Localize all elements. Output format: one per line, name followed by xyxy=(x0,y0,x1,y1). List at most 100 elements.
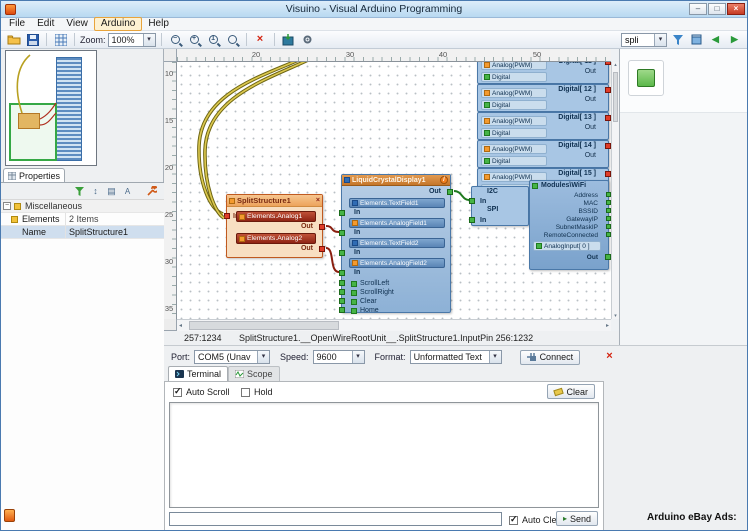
board-i2c-spi-block[interactable]: I2C In SPI In xyxy=(471,186,529,226)
close-pin-icon[interactable]: × xyxy=(316,197,320,204)
edit-pencil-icon[interactable]: / xyxy=(440,176,448,184)
menu-help[interactable]: Help xyxy=(142,18,175,30)
palette-item-splitstructure[interactable] xyxy=(628,60,664,96)
hold-checkbox[interactable]: Hold xyxy=(241,387,273,397)
category-view-icon[interactable]: ▤ xyxy=(105,185,118,198)
menu-file[interactable]: File xyxy=(3,18,31,30)
canvas-vertical-scrollbar[interactable]: ▴▾ xyxy=(611,62,619,319)
menu-arduino[interactable]: Arduino xyxy=(94,17,142,31)
minimize-button[interactable] xyxy=(689,3,707,15)
wifi-pin[interactable] xyxy=(606,224,611,229)
component-header[interactable]: SplitStructure1 × xyxy=(227,195,322,207)
ad-icon[interactable] xyxy=(4,509,15,522)
property-category-row[interactable]: − Miscellaneous xyxy=(1,200,164,213)
channel-out-pin[interactable] xyxy=(605,62,611,65)
field-in-pin[interactable] xyxy=(339,270,345,276)
disconnect-icon[interactable]: × xyxy=(601,349,618,364)
menu-view[interactable]: View xyxy=(60,18,94,30)
package-icon[interactable] xyxy=(688,32,705,47)
channel-digital-row[interactable]: Digital xyxy=(481,100,547,110)
zoom-in-icon[interactable]: + xyxy=(186,32,203,47)
lcd-field-analogfield2[interactable]: Elements.AnalogField2 xyxy=(349,258,445,268)
wifi-pin[interactable] xyxy=(606,208,611,213)
element-out-pin[interactable] xyxy=(319,224,325,230)
nav-forward-icon[interactable]: ▶ xyxy=(726,32,743,47)
scroll-thumb[interactable] xyxy=(189,321,339,330)
checkbox-icon[interactable] xyxy=(241,388,250,397)
clear-button[interactable]: Clear xyxy=(547,384,595,399)
lcd-field-textfield1[interactable]: Elements.TextField1 xyxy=(349,198,445,208)
action-in-pin[interactable] xyxy=(339,307,345,313)
zoom-out-icon[interactable]: − xyxy=(167,32,184,47)
search-input[interactable] xyxy=(622,34,666,46)
board-channel-digital14[interactable]: Digital[ 14 ] Out Analog(PWM) Digital xyxy=(477,140,609,168)
port-select[interactable]: COM5 (Unav xyxy=(194,350,270,364)
property-value[interactable]: 2 Items xyxy=(69,214,99,224)
tab-properties[interactable]: Properties xyxy=(3,168,65,182)
lcd-action-scrollleft[interactable]: ScrollLeft xyxy=(351,279,389,288)
field-in-pin[interactable] xyxy=(339,250,345,256)
channel-digital-row[interactable]: Digital xyxy=(481,72,547,82)
board-channel-digital12[interactable]: Digital[ 12 ] Out Analog(PWM) Digital xyxy=(477,84,609,112)
grid-icon[interactable] xyxy=(52,32,69,47)
channel-analog-row[interactable]: Analog(PWM) xyxy=(481,116,547,126)
lcd-out-pin[interactable] xyxy=(447,189,453,195)
tab-terminal[interactable]: Terminal xyxy=(168,366,228,381)
terminal-output[interactable] xyxy=(169,402,599,508)
filter-icon[interactable] xyxy=(669,32,686,47)
action-in-pin[interactable] xyxy=(339,298,345,304)
channel-digital-row[interactable]: Digital xyxy=(481,156,547,166)
wifi-pin[interactable] xyxy=(606,200,611,205)
channel-analog-row[interactable]: Analog(PWM) xyxy=(481,88,547,98)
channel-analog-row[interactable]: Analog(PWM) xyxy=(481,62,547,70)
action-in-pin[interactable] xyxy=(339,289,345,295)
scroll-thumb[interactable] xyxy=(613,72,618,122)
overview-navigator[interactable] xyxy=(5,50,97,166)
board-wifi-module[interactable]: Modules\WiFi Address MAC BSSID GatewayIP… xyxy=(529,180,609,270)
nav-back-icon[interactable]: ◀ xyxy=(707,32,724,47)
channel-out-pin[interactable] xyxy=(605,115,611,121)
delete-icon[interactable]: × xyxy=(252,32,269,47)
save-icon[interactable] xyxy=(24,32,41,47)
maximize-button[interactable] xyxy=(708,3,726,15)
lcd-field-textfield2[interactable]: Elements.TextField2 xyxy=(349,238,445,248)
channel-out-pin[interactable] xyxy=(605,87,611,93)
field-in-pin[interactable] xyxy=(339,210,345,216)
navigator-viewport-rect[interactable] xyxy=(9,103,57,161)
send-button[interactable]: ▸Send xyxy=(556,511,598,526)
lcd-action-clear[interactable]: Clear xyxy=(351,297,377,306)
channel-out-pin[interactable] xyxy=(605,171,611,177)
send-input[interactable] xyxy=(169,512,502,526)
filter-funnel-icon[interactable] xyxy=(73,185,86,198)
collapse-icon[interactable]: − xyxy=(3,202,11,210)
close-button[interactable] xyxy=(727,3,745,15)
element-out-pin[interactable] xyxy=(319,246,325,252)
wifi-pin[interactable] xyxy=(606,216,611,221)
zoom-fit-icon[interactable] xyxy=(224,32,241,47)
i2c-in-pin[interactable] xyxy=(469,198,475,204)
channel-analog-row[interactable]: Analog(PWM) xyxy=(481,144,547,154)
wifi-out-pin[interactable] xyxy=(605,254,611,260)
wifi-pin[interactable] xyxy=(606,232,611,237)
sort-icon[interactable]: ↕ xyxy=(89,185,102,198)
checkbox-icon[interactable] xyxy=(173,388,182,397)
design-canvas[interactable]: Digital[ 11 ] Out Analog(PWM) Digital Di… xyxy=(177,62,611,319)
lcd-action-home[interactable]: Home xyxy=(351,306,379,315)
checkbox-icon[interactable] xyxy=(509,516,518,525)
field-in-pin[interactable] xyxy=(339,230,345,236)
settings-icon[interactable] xyxy=(299,32,316,47)
split-element-analog2[interactable]: Elements.Analog2 xyxy=(236,233,316,244)
wifi-analoginput-row[interactable]: AnalogInput[ 0 ] xyxy=(533,241,601,251)
lcd-action-scrollright[interactable]: ScrollRight xyxy=(351,288,394,297)
alpha-view-icon[interactable]: A xyxy=(121,185,134,198)
lcd-field-analogfield1[interactable]: Elements.AnalogField1 xyxy=(349,218,445,228)
zoom-select[interactable]: 100% xyxy=(108,33,156,47)
property-row-name[interactable]: Name SplitStructure1 xyxy=(1,226,164,239)
spi-in-pin[interactable] xyxy=(469,217,475,223)
split-element-analog1[interactable]: Elements.Analog1 xyxy=(236,211,316,222)
channel-out-pin[interactable] xyxy=(605,143,611,149)
channel-digital-row[interactable]: Digital xyxy=(481,128,547,138)
auto-scroll-checkbox[interactable]: Auto Scroll xyxy=(173,387,230,397)
connect-button[interactable]: Connect xyxy=(520,350,581,365)
board-channel-digital11[interactable]: Digital[ 11 ] Out Analog(PWM) Digital xyxy=(477,62,609,84)
